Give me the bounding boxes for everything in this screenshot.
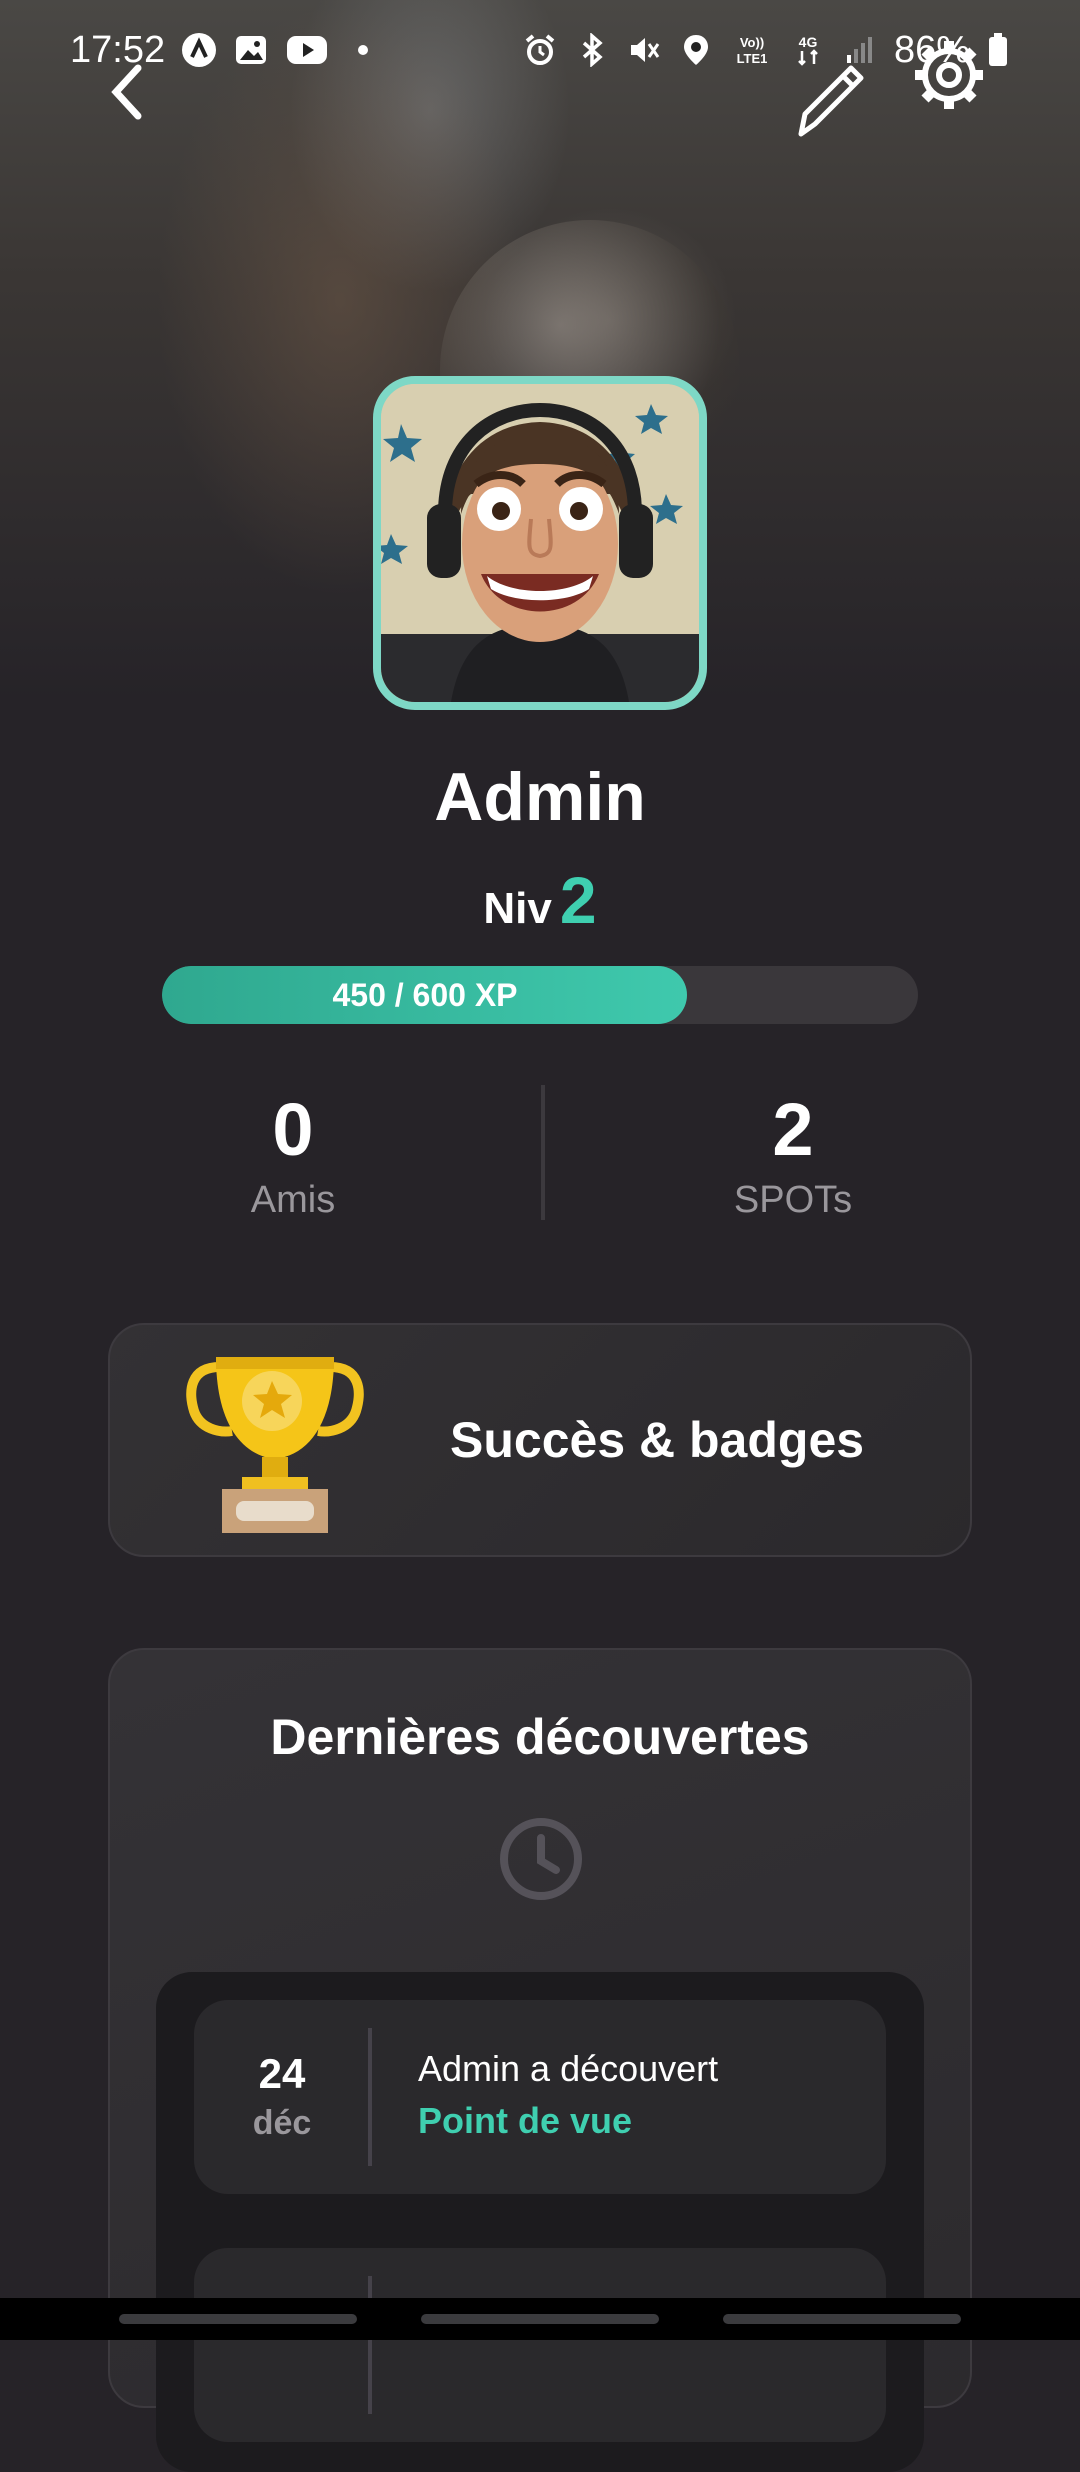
gear-icon [915, 41, 983, 109]
spots-count: 2 [772, 1088, 814, 1171]
xp-progress-text: 450 / 600 XP [332, 977, 518, 1013]
spots-label: SPOTs [733, 1179, 853, 1221]
stats-divider [541, 1085, 545, 1220]
profile-avatar[interactable] [373, 376, 707, 710]
discovery-date: 24 déc [194, 2000, 370, 2194]
friends-label: Amis [250, 1179, 336, 1221]
clock-icon [500, 1818, 582, 1900]
profile-username: Admin [434, 759, 646, 835]
discovery-divider [368, 2028, 372, 2166]
settings-button[interactable] [904, 25, 994, 125]
svg-text:4G: 4G [799, 34, 818, 50]
nav-home-button[interactable] [421, 2314, 659, 2324]
trophy-icon [186, 1357, 364, 1533]
edit-profile-button[interactable] [776, 49, 876, 149]
svg-text:Vo)): Vo)) [740, 35, 764, 50]
discoveries-title: Dernières découvertes [270, 1709, 810, 1765]
nav-recents-button[interactable] [119, 2314, 357, 2324]
discovery-text: Admin a découvert Point de vue [418, 2048, 718, 2142]
back-button[interactable] [88, 51, 168, 131]
discovery-item-partial[interactable] [194, 2248, 886, 2442]
discovery-month: déc [252, 2104, 312, 2142]
discovery-item[interactable]: 24 déc Admin a découvert Point de vue [194, 2000, 886, 2194]
badges-title: Succès & badges [450, 1412, 865, 1468]
pencil-icon [798, 65, 864, 137]
discoveries-list: 24 déc Admin a découvert Point de vue [156, 1972, 924, 2472]
level-value: 2 [559, 863, 597, 937]
xp-progress-bar: 450 / 600 XP [162, 966, 918, 1024]
friends-stat[interactable]: 0 Amis [143, 1085, 443, 1222]
discovery-place-link[interactable]: Point de vue [418, 2100, 718, 2142]
spots-stat[interactable]: 2 SPOTs [643, 1085, 943, 1222]
system-navigation-bar [0, 2298, 1080, 2340]
discovery-divider [368, 2276, 372, 2414]
profile-level: Niv 2 [0, 862, 1080, 938]
avatar-photo [381, 384, 699, 702]
chevron-left-icon [111, 64, 142, 120]
latest-discoveries-card: Dernières découvertes 24 déc Admin a déc… [108, 1648, 972, 2472]
nav-back-button[interactable] [723, 2314, 961, 2324]
profile-stats: 0 Amis 2 SPOTs [0, 1085, 1080, 1235]
discovery-day: 24 [258, 2050, 306, 2097]
discovery-description: Admin a découvert [418, 2048, 719, 2089]
friends-count: 0 [272, 1088, 314, 1171]
achievements-badges-card[interactable]: Succès & badges [108, 1323, 972, 1557]
top-navigation [0, 41, 1080, 145]
level-label: Niv [483, 884, 552, 933]
